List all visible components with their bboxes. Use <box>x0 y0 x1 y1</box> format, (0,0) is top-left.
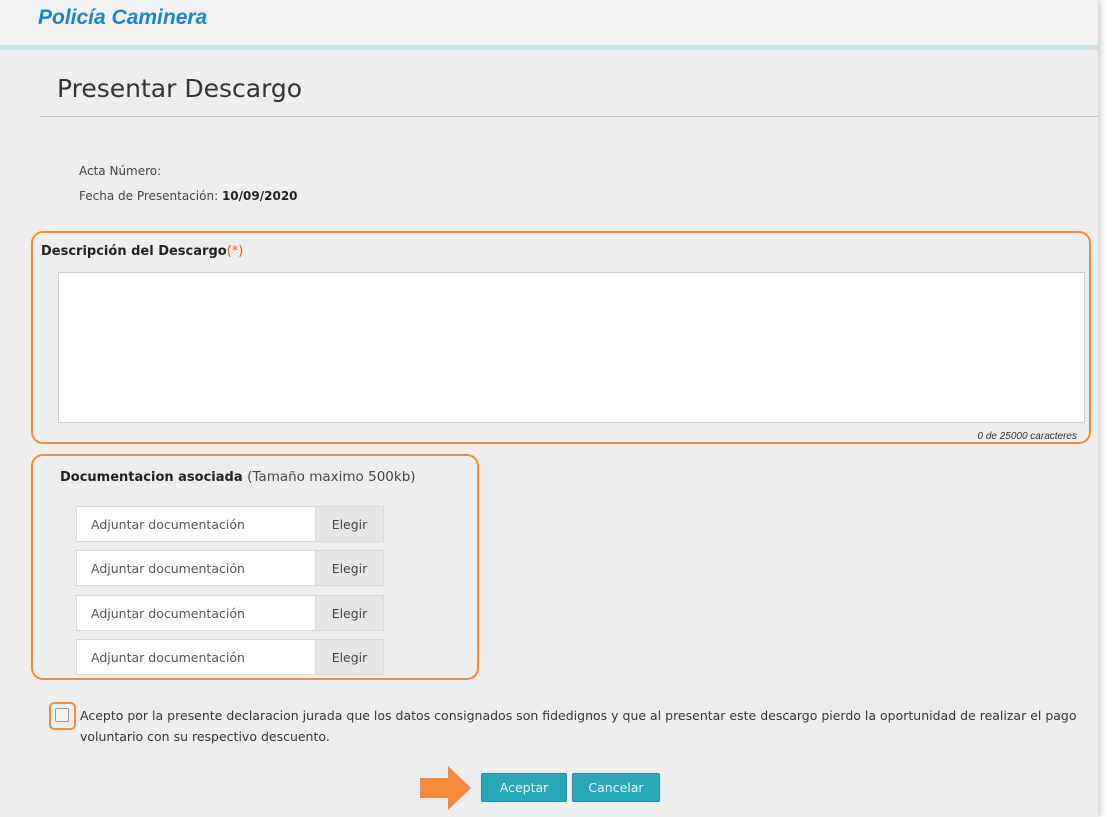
declaracion-text: Acepto por la presente declaracion jurad… <box>80 708 1077 744</box>
fecha-value: 10/09/2020 <box>221 189 298 203</box>
documentacion-label-text: Documentacion asociada <box>60 470 243 485</box>
file-input[interactable] <box>76 550 315 586</box>
brand-title: Policía Caminera <box>38 6 208 29</box>
descripcion-label: Descripción del Descargo(*) <box>41 244 243 259</box>
declaracion-checkbox[interactable] <box>55 708 69 722</box>
descripcion-textarea[interactable] <box>58 272 1085 423</box>
descripcion-section: Descripción del Descargo(*) 0 de 25000 c… <box>31 231 1091 444</box>
documentacion-label: Documentacion asociada (Tamaño maximo 50… <box>60 469 416 485</box>
app-window: Policía Caminera Presentar Descargo Acta… <box>0 0 1098 817</box>
documentacion-section: Documentacion asociada (Tamaño maximo 50… <box>31 454 479 680</box>
char-counter: 0 de 25000 caracteres <box>977 431 1077 442</box>
accept-button[interactable]: Aceptar <box>481 773 567 802</box>
file-input[interactable] <box>76 506 315 542</box>
arrow-right-icon <box>420 766 471 810</box>
brand-header: Policía Caminera <box>0 0 1098 50</box>
choose-file-button[interactable]: Elegir <box>315 595 384 631</box>
size-hint: (Tamaño maximo 500kb) <box>247 469 416 485</box>
acta-label: Acta Número: <box>79 164 162 178</box>
choose-file-button[interactable]: Elegir <box>315 506 384 542</box>
file-upload-row: Elegir <box>76 595 384 631</box>
required-mark: (*) <box>226 244 244 259</box>
page-title: Presentar Descargo <box>57 74 303 103</box>
file-input[interactable] <box>76 639 315 675</box>
fecha-label: Fecha de Presentación: <box>79 189 219 203</box>
file-upload-row: Elegir <box>76 550 384 586</box>
file-input[interactable] <box>76 595 315 631</box>
file-upload-row: Elegir <box>76 639 384 675</box>
fecha-presentacion: Fecha de Presentación: 10/09/2020 <box>79 189 298 203</box>
title-divider <box>40 116 1098 117</box>
acta-numero: Acta Número: <box>79 164 161 178</box>
choose-file-button[interactable]: Elegir <box>315 639 384 675</box>
file-upload-row: Elegir <box>76 506 384 542</box>
descripcion-label-text: Descripción del Descargo <box>41 244 227 259</box>
cancel-button[interactable]: Cancelar <box>572 773 660 802</box>
choose-file-button[interactable]: Elegir <box>315 550 384 586</box>
